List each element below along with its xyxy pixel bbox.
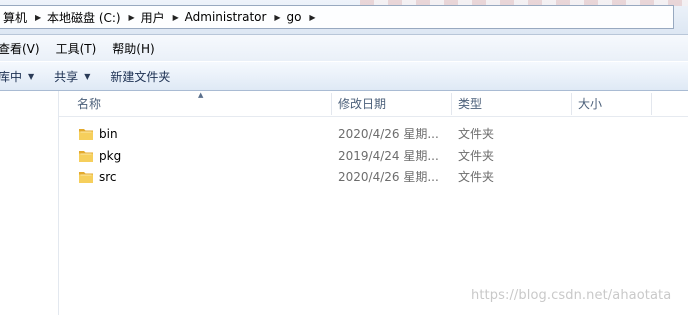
address-bar-area: 算机 ▶ 本地磁盘 (C:) ▶ 用户 ▶ Administrator ▶ go… bbox=[0, 0, 688, 35]
file-row[interactable]: src 2020/4/26 星期... 文件夹 bbox=[59, 167, 688, 188]
new-folder-button[interactable]: 新建文件夹 bbox=[100, 65, 180, 87]
chevron-right-icon[interactable]: ▶ bbox=[270, 13, 284, 22]
file-name: src bbox=[99, 170, 117, 184]
chevron-down-icon: ▼ bbox=[84, 71, 91, 81]
folder-icon bbox=[79, 129, 93, 140]
menu-tools[interactable]: 工具(T) bbox=[56, 40, 105, 57]
chevron-right-icon[interactable]: ▶ bbox=[169, 13, 183, 22]
file-name: bin bbox=[99, 127, 118, 141]
breadcrumb-computer[interactable]: 算机 ▶ bbox=[1, 6, 45, 28]
folder-icon bbox=[79, 151, 93, 162]
file-row[interactable]: pkg 2019/4/24 星期... 文件夹 bbox=[59, 146, 688, 167]
column-header-type[interactable]: 类型 bbox=[452, 91, 572, 116]
chevron-right-icon[interactable]: ▶ bbox=[305, 13, 319, 22]
breadcrumb-label: Administrator bbox=[184, 10, 267, 24]
address-bar[interactable]: 算机 ▶ 本地磁盘 (C:) ▶ 用户 ▶ Administrator ▶ go… bbox=[0, 5, 674, 29]
file-row[interactable]: bin 2020/4/26 星期... 文件夹 bbox=[59, 124, 688, 145]
column-header-label: 修改日期 bbox=[338, 97, 387, 111]
column-header-size[interactable]: 大小 bbox=[572, 91, 652, 116]
share-label: 共享 bbox=[54, 69, 79, 84]
file-modified: 2020/4/26 星期... bbox=[338, 170, 439, 184]
breadcrumb-label: 算机 bbox=[3, 10, 28, 25]
menu-help[interactable]: 帮助(H) bbox=[112, 40, 162, 57]
command-toolbar: 库中 ▼ 共享 ▼ 新建文件夹 bbox=[0, 61, 688, 91]
column-header-name[interactable]: 名称 bbox=[71, 91, 331, 116]
breadcrumb-users[interactable]: 用户 ▶ bbox=[139, 6, 183, 28]
share-button[interactable]: 共享 ▼ bbox=[44, 65, 100, 87]
breadcrumb-label: 本地磁盘 (C:) bbox=[47, 10, 121, 25]
chevron-right-icon[interactable]: ▶ bbox=[125, 13, 139, 22]
column-divider[interactable] bbox=[651, 93, 652, 115]
breadcrumb-local-disk[interactable]: 本地磁盘 (C:) ▶ bbox=[45, 6, 139, 28]
chevron-down-icon: ▼ bbox=[28, 71, 35, 81]
file-type: 文件夹 bbox=[458, 170, 495, 184]
new-folder-label: 新建文件夹 bbox=[110, 69, 171, 84]
breadcrumb-go[interactable]: go ▶ bbox=[284, 6, 319, 28]
column-header-label: 名称 bbox=[77, 97, 102, 111]
file-name: pkg bbox=[99, 149, 122, 163]
include-in-library-button[interactable]: 库中 ▼ bbox=[0, 65, 44, 87]
breadcrumb-label: go bbox=[286, 10, 302, 24]
breadcrumb-label: 用户 bbox=[140, 10, 165, 25]
file-type: 文件夹 bbox=[458, 127, 495, 141]
watermark-text: https://blog.csdn.net/ahaotata bbox=[471, 288, 672, 303]
file-type: 文件夹 bbox=[458, 149, 495, 163]
folder-icon bbox=[79, 172, 93, 183]
include-in-library-label: 库中 bbox=[0, 69, 23, 84]
column-header-row: ▲ 名称 修改日期 类型 大小 bbox=[59, 91, 688, 117]
breadcrumb-administrator[interactable]: Administrator ▶ bbox=[183, 6, 285, 28]
navigation-pane[interactable] bbox=[0, 91, 59, 315]
column-header-label: 大小 bbox=[578, 97, 603, 111]
column-header-modified[interactable]: 修改日期 bbox=[332, 91, 452, 116]
chevron-right-icon[interactable]: ▶ bbox=[31, 13, 45, 22]
file-modified: 2019/4/24 星期... bbox=[338, 149, 439, 163]
column-header-label: 类型 bbox=[458, 97, 483, 111]
file-modified: 2020/4/26 星期... bbox=[338, 127, 439, 141]
menu-view[interactable]: 查看(V) bbox=[0, 40, 48, 57]
menu-bar: 查看(V) 工具(T) 帮助(H) bbox=[0, 35, 688, 61]
